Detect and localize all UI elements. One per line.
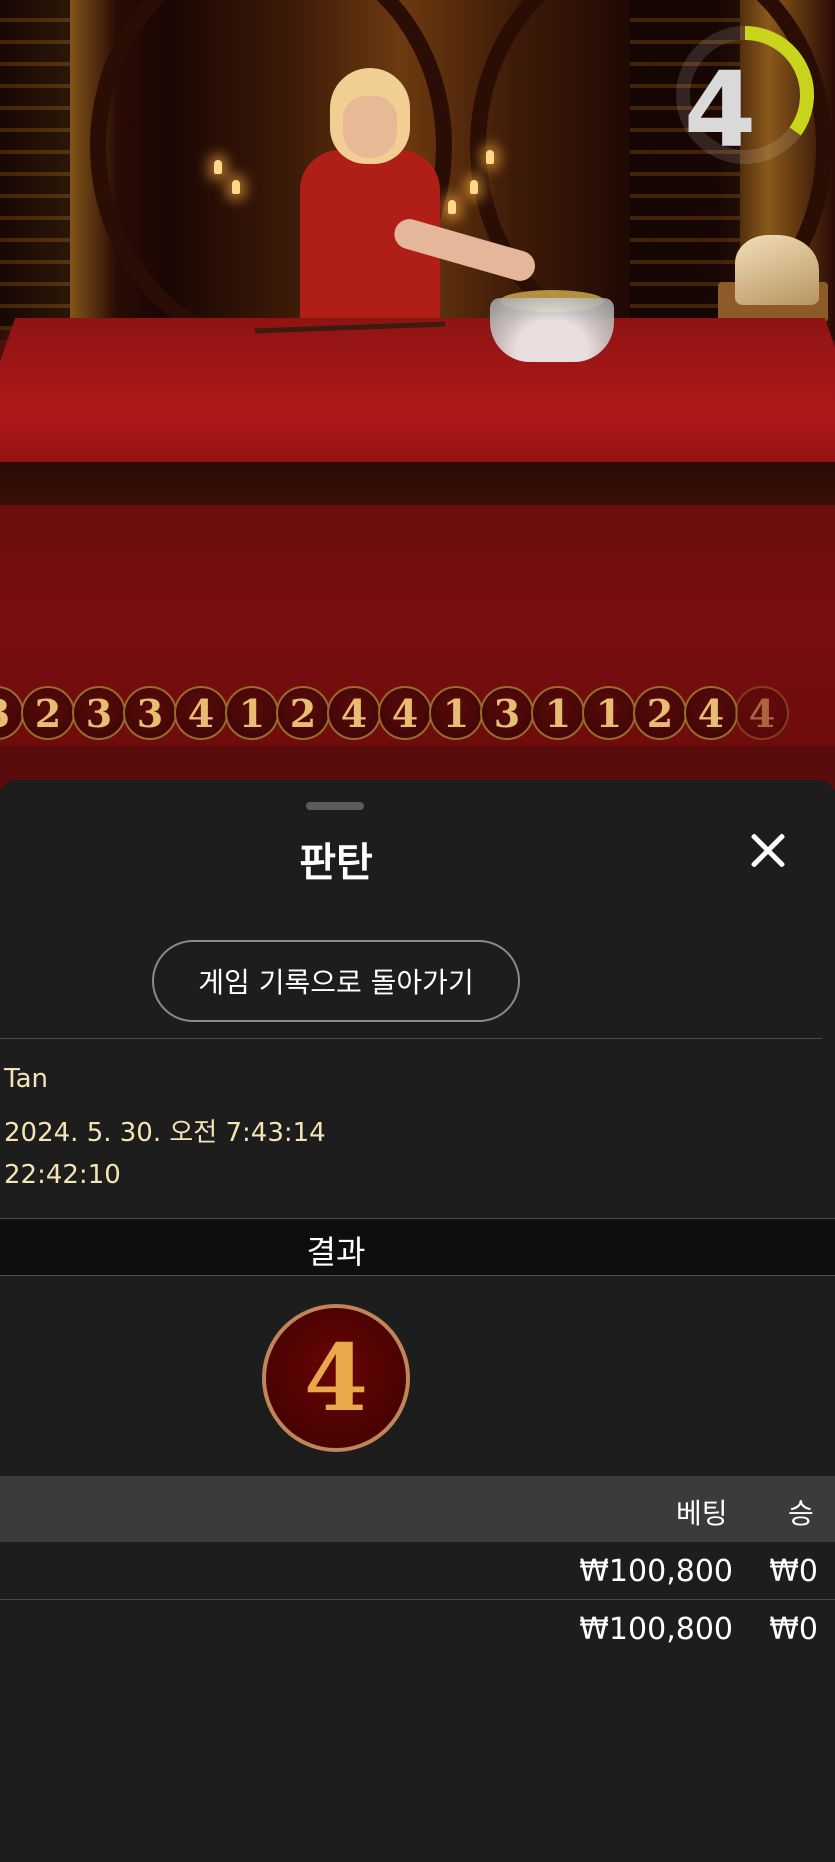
dragon-statue [735, 235, 819, 305]
win-amount: ₩0 [769, 1554, 818, 1589]
divider [0, 1038, 822, 1039]
history-bead: 1 [225, 686, 279, 740]
result-section-header: 결과 [0, 1218, 835, 1276]
back-to-history-button[interactable]: 게임 기록으로 돌아가기 [152, 940, 520, 1022]
history-bead: 2 [276, 686, 330, 740]
sheet-drag-handle[interactable] [306, 802, 364, 810]
game-table-surface [0, 318, 835, 478]
history-bead: 1 [531, 686, 585, 740]
round-datetime: 2024. 5. 30. 오전 7:43:14 [4, 1118, 326, 1148]
table-edge [0, 462, 835, 510]
sheet-title: 판탄 [299, 840, 373, 886]
candle [486, 150, 494, 164]
game-name: Tan [4, 1064, 48, 1094]
candle [214, 160, 222, 174]
candle [470, 180, 478, 194]
history-bead: 4 [174, 686, 228, 740]
round-id: 22:42:10 [4, 1160, 121, 1190]
history-bead: 1 [429, 686, 483, 740]
history-bead: 1 [582, 686, 636, 740]
bet-amount: ₩100,800 [579, 1612, 733, 1647]
history-bead: 2 [21, 686, 75, 740]
countdown-seconds: 4 [683, 49, 757, 171]
history-bead: 4 [684, 686, 738, 740]
history-bead: 3 [123, 686, 177, 740]
history-bead: 3 [480, 686, 534, 740]
bet-column-header: 베팅 [676, 1497, 728, 1530]
history-bead: 2 [633, 686, 687, 740]
dealer-face [343, 96, 397, 158]
lattice-panel-left [0, 0, 70, 330]
result-history-road[interactable]: 3233412441311244 [0, 686, 789, 746]
history-bead: 4 [327, 686, 381, 740]
live-video-feed: 4 3233412441311244 [0, 0, 835, 790]
history-detail-sheet: 판탄 게임 기록으로 돌아가기 Tan 2024. 5. 30. 오전 7:43… [0, 780, 835, 1862]
history-bead: 4 [378, 686, 432, 740]
result-label: 결과 [306, 1233, 366, 1271]
bet-amount: ₩100,800 [579, 1554, 733, 1589]
history-bead: 3 [72, 686, 126, 740]
win-amount: ₩0 [769, 1612, 818, 1647]
row-divider [0, 1599, 835, 1600]
result-bead: 4 [262, 1304, 410, 1452]
button-bowl [490, 298, 614, 362]
bet-table-header: 베팅 승 [0, 1476, 835, 1542]
close-icon[interactable] [740, 822, 796, 878]
candle [448, 200, 456, 214]
candle [232, 180, 240, 194]
history-bead: 4 [735, 686, 789, 740]
win-column-header: 승 [788, 1497, 814, 1530]
